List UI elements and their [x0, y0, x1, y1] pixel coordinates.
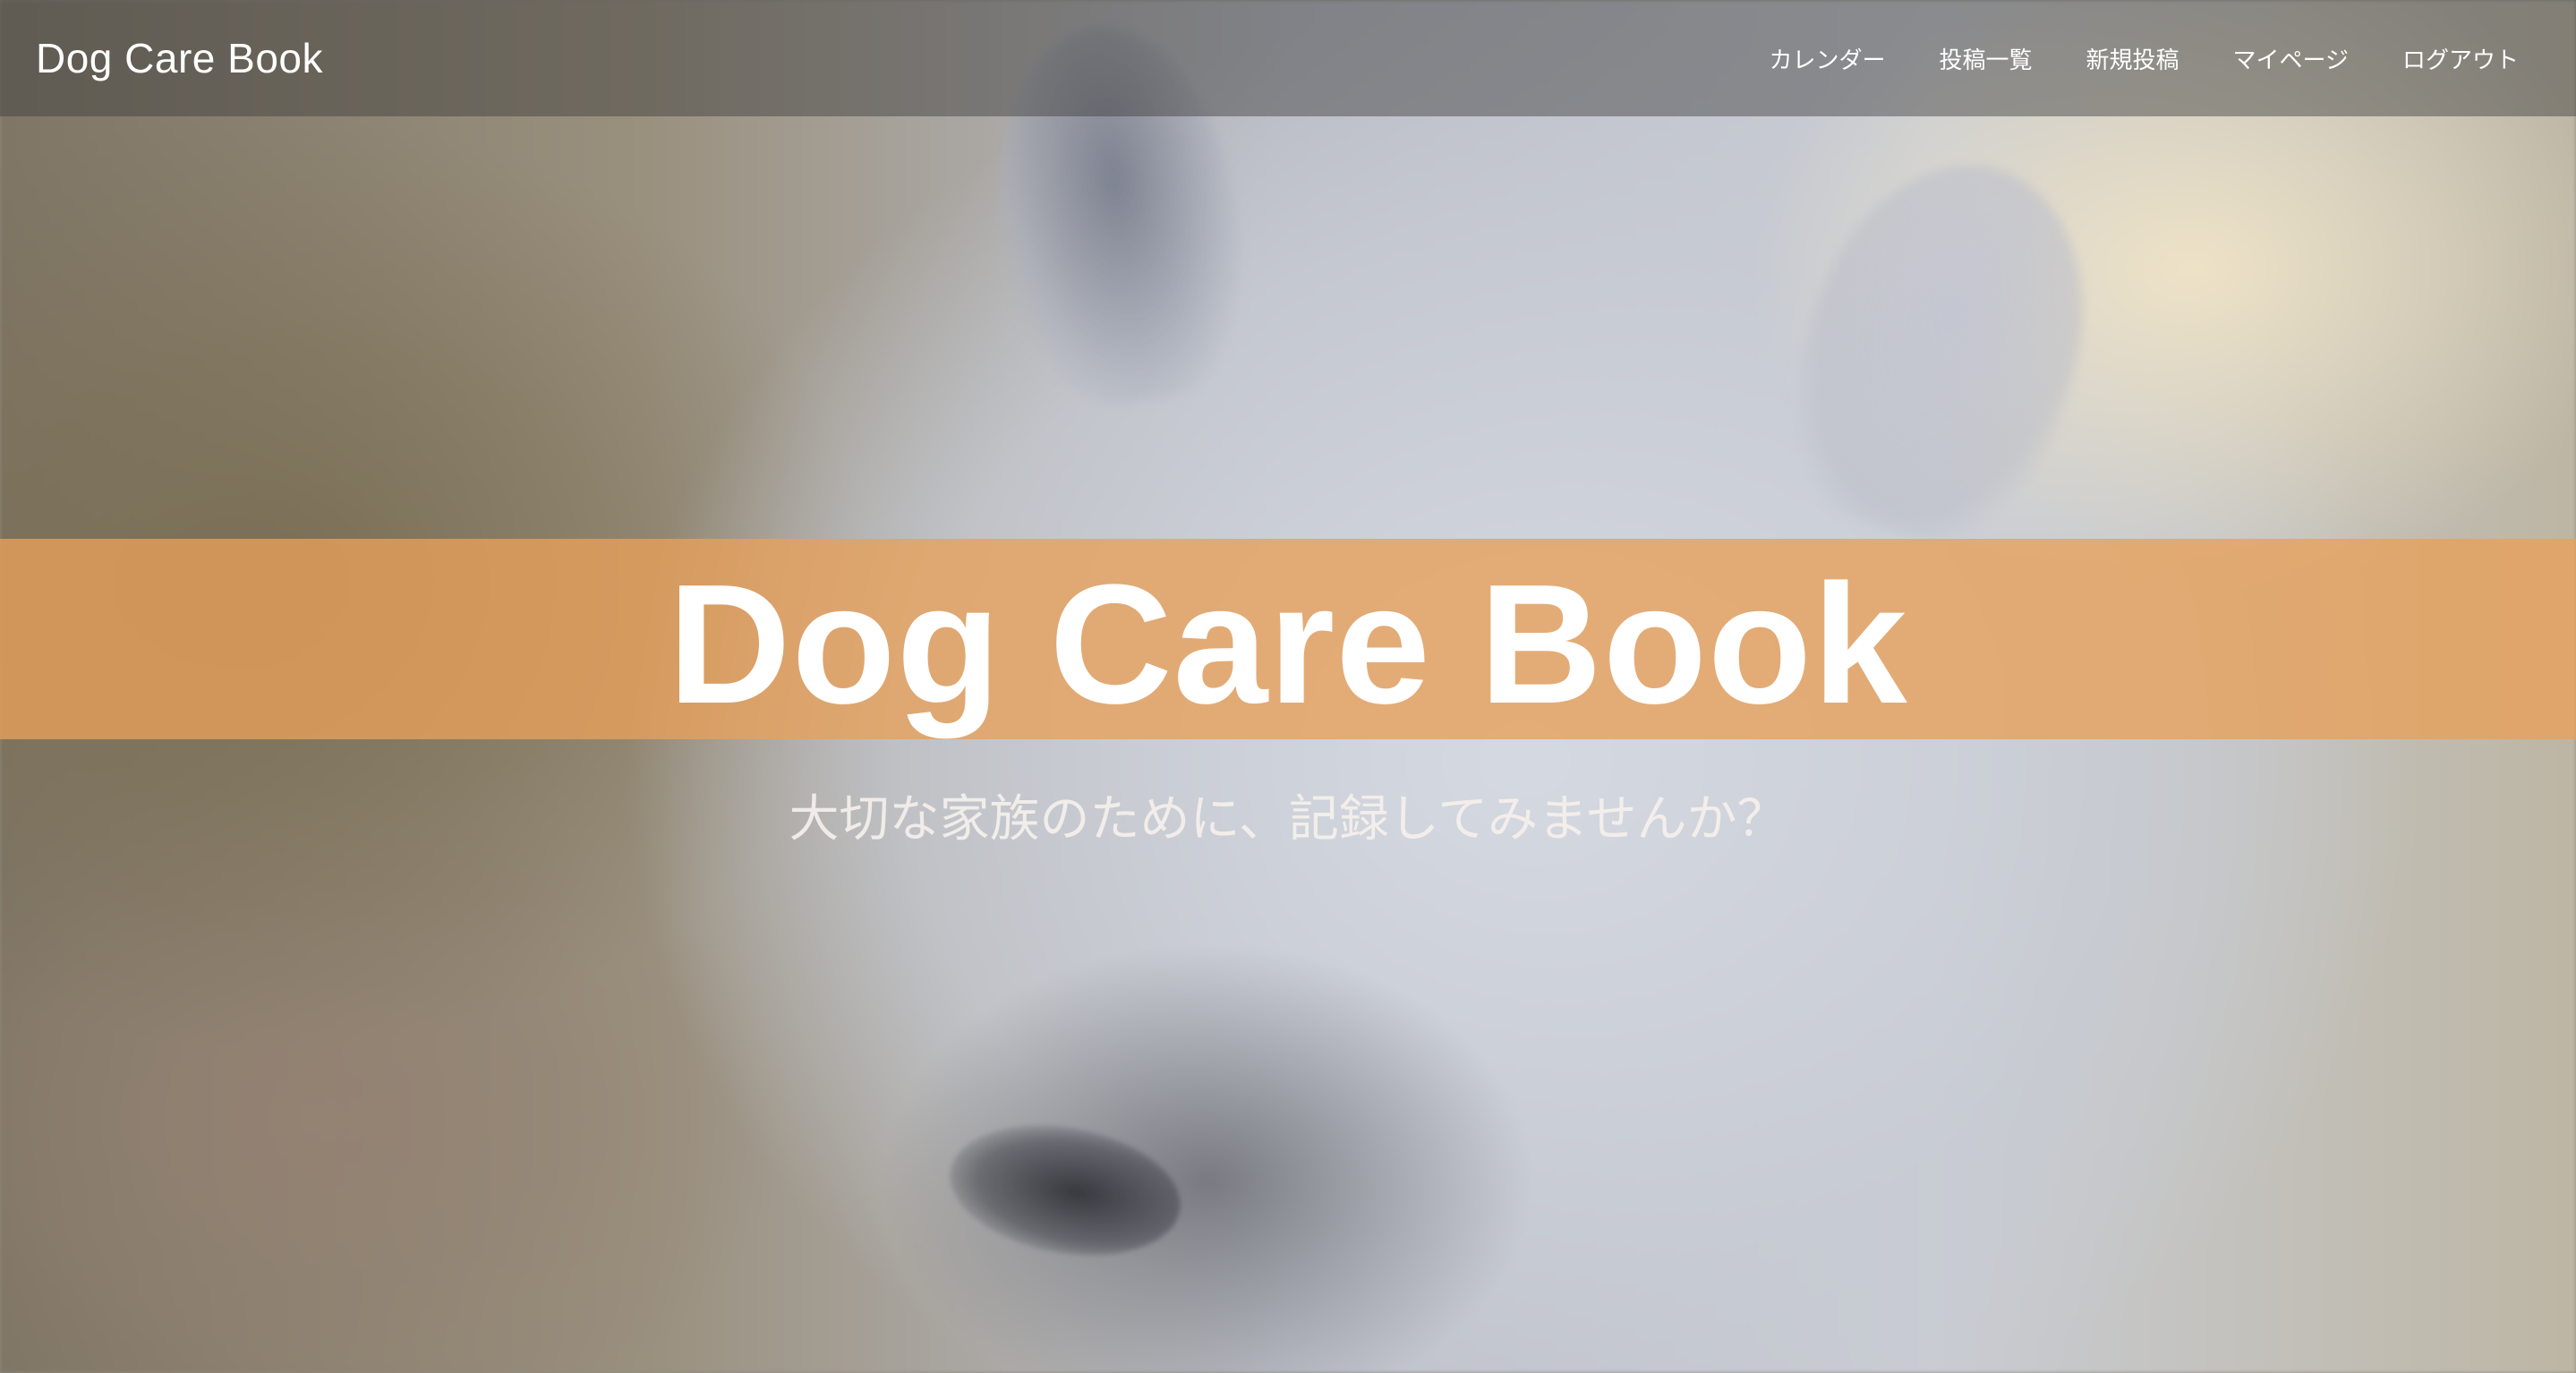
- landing-page: Dog Care Book カレンダー 投稿一覧 新規投稿 マイページ ログアウ…: [0, 0, 2576, 1373]
- nav-links: カレンダー 投稿一覧 新規投稿 マイページ ログアウト: [1769, 42, 2519, 75]
- hero-subtitle: 大切な家族のために、記録してみませんか？: [789, 790, 1787, 849]
- nav-link-calendar[interactable]: カレンダー: [1769, 42, 1885, 75]
- nav-link-new-post[interactable]: 新規投稿: [2086, 42, 2179, 75]
- hero-title: Dog Care Book: [668, 550, 1908, 739]
- hero-title-band: Dog Care Book: [0, 539, 2576, 739]
- brand-logo-link[interactable]: Dog Care Book: [36, 34, 323, 82]
- top-navbar: Dog Care Book カレンダー 投稿一覧 新規投稿 マイページ ログアウ…: [0, 0, 2576, 116]
- nav-link-posts[interactable]: 投稿一覧: [1939, 42, 2032, 75]
- nav-link-mypage[interactable]: マイページ: [2233, 42, 2349, 75]
- nav-link-logout[interactable]: ログアウト: [2402, 42, 2519, 75]
